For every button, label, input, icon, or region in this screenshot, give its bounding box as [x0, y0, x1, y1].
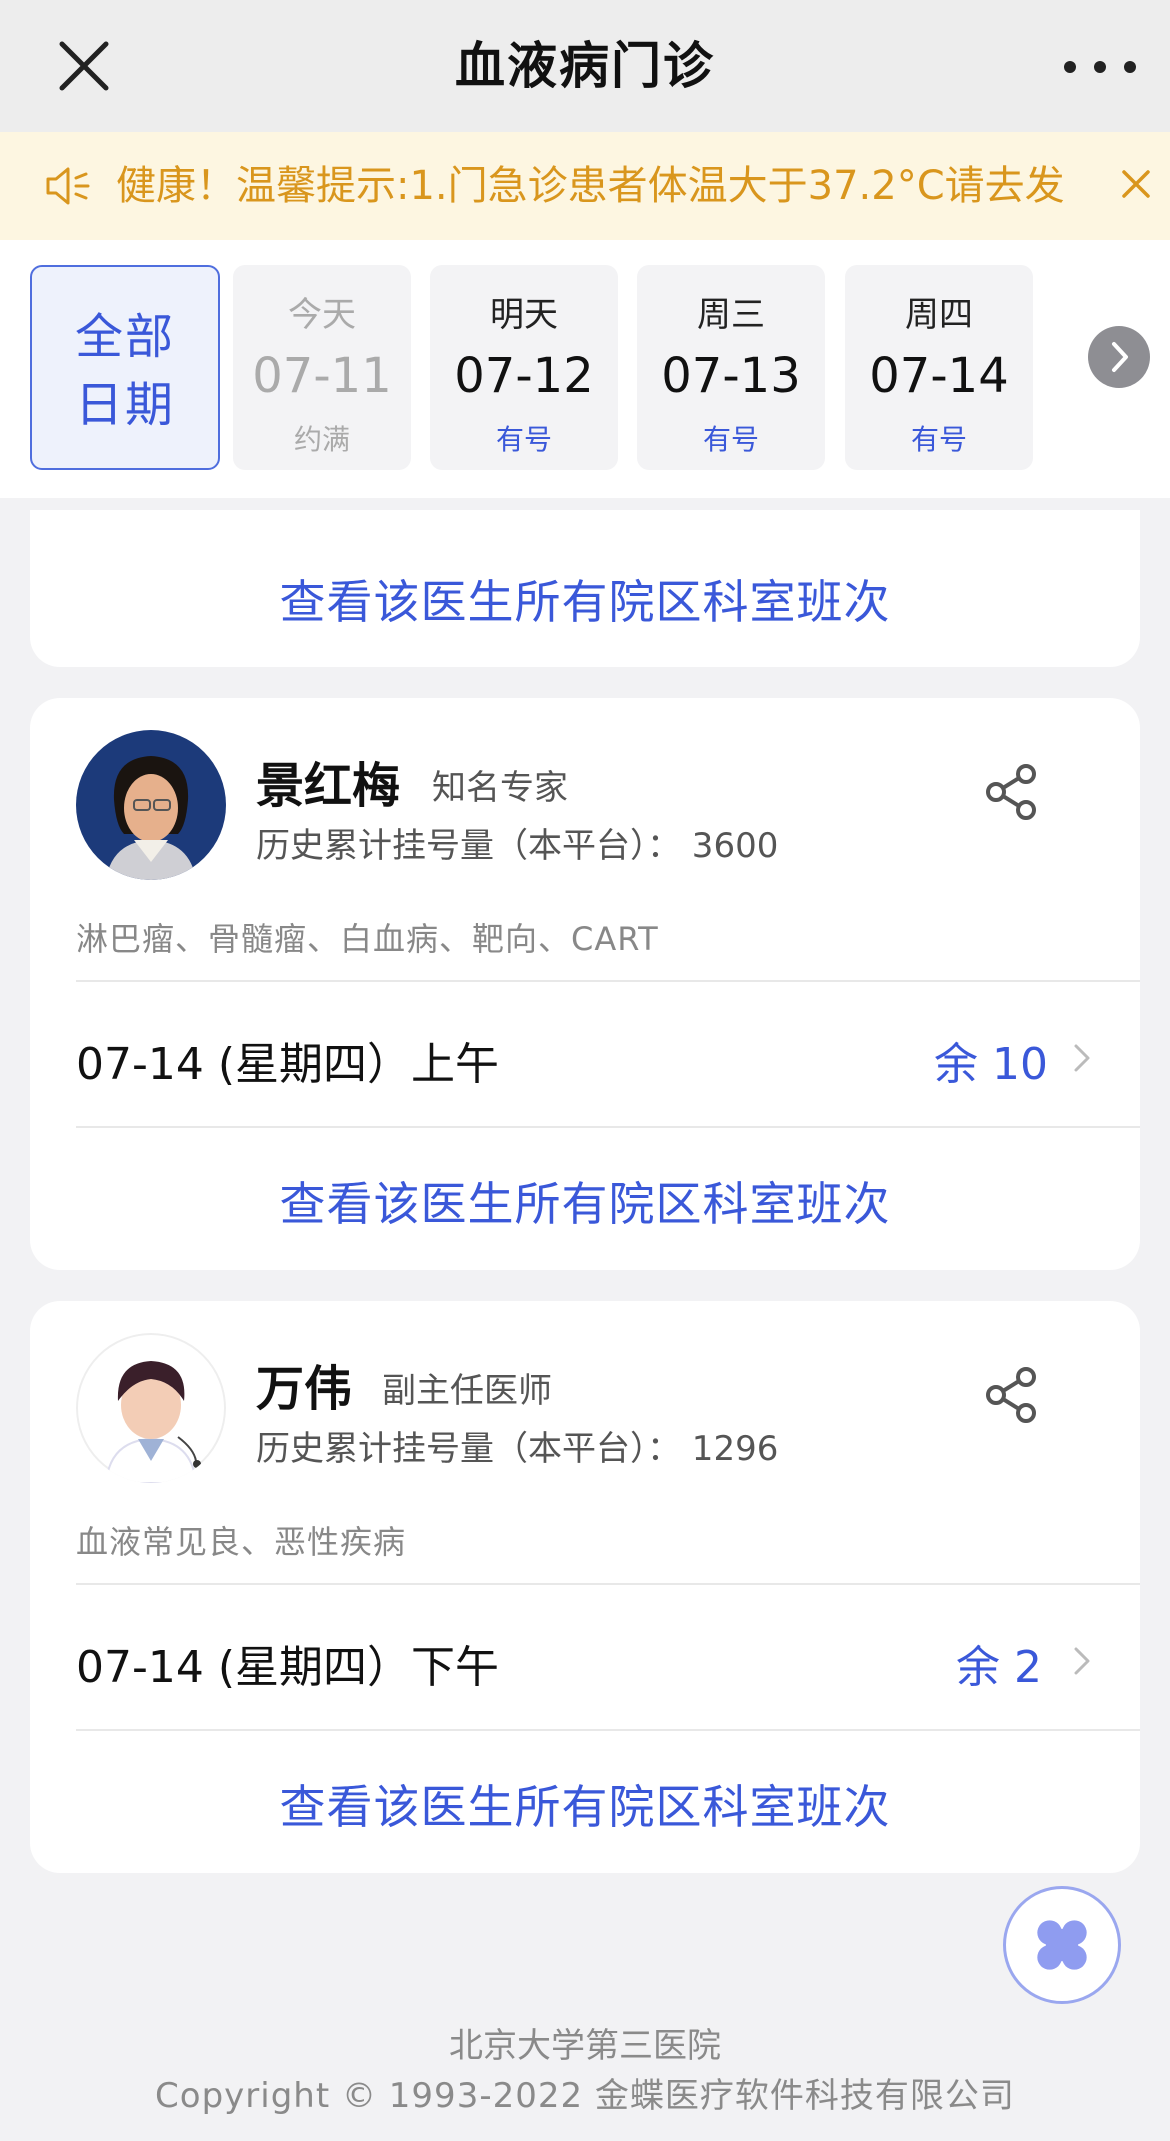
- more-icon[interactable]: [1055, 52, 1155, 82]
- date-chip-day: 周四: [905, 295, 973, 335]
- date-chip-wednesday[interactable]: 周三 07-13 有号: [637, 265, 825, 470]
- speaker-icon: [46, 167, 90, 205]
- doctor-name: 景红梅: [256, 758, 401, 814]
- date-chip-date: 07-11: [252, 348, 392, 404]
- doctor-registration-count: 历史累计挂号量（本平台）： 1296: [256, 1429, 779, 1469]
- date-chip-day: 周三: [697, 295, 765, 335]
- doctor-name: 万伟: [256, 1361, 353, 1417]
- date-chip-day: 明天: [490, 295, 558, 335]
- slot-remaining[interactable]: 余 10: [934, 1028, 1048, 1092]
- date-chip-all[interactable]: 全部 日期: [30, 265, 220, 470]
- date-chip-thursday[interactable]: 周四 07-14 有号: [845, 265, 1033, 470]
- date-chip-all-label-2: 日期: [74, 377, 175, 433]
- date-chip-status: 约满: [293, 423, 350, 456]
- doctor-avatar: [76, 730, 226, 880]
- doctor-specialty: 淋巴瘤、骨髓瘤、白血病、靶向、CART: [76, 920, 659, 958]
- floating-menu-button[interactable]: [1003, 1886, 1121, 2004]
- date-chip-day: 今天: [288, 295, 356, 335]
- divider: [76, 1126, 1140, 1128]
- schedule-slot[interactable]: 07-14 (星期四）下午: [76, 1631, 499, 1695]
- view-all-schedules-link[interactable]: 查看该医生所有院区科室班次: [30, 566, 1140, 632]
- schedule-slot[interactable]: 07-14 (星期四）上午: [76, 1028, 499, 1092]
- doctor-card: 万伟 副主任医师 历史累计挂号量（本平台）： 1296 血液常见良、恶性疾病 0…: [30, 1301, 1140, 1873]
- date-chip-date: 07-13: [661, 348, 801, 404]
- date-selector: 全部 日期 今天 07-11 约满 明天 07-12 有号 周三 07-13 有…: [0, 240, 1170, 498]
- notice-close-icon[interactable]: [1116, 164, 1156, 204]
- chevron-right-icon[interactable]: [1070, 1038, 1094, 1078]
- doctor-title: 副主任医师: [382, 1371, 552, 1411]
- doctor-specialty: 血液常见良、恶性疾病: [76, 1523, 407, 1561]
- next-dates-button[interactable]: [1088, 326, 1150, 388]
- doctor-card-partial: 查看该医生所有院区科室班次: [30, 510, 1140, 667]
- doctor-registration-count: 历史累计挂号量（本平台）： 3600: [256, 826, 779, 866]
- divider: [76, 1729, 1140, 1731]
- divider: [76, 980, 1140, 982]
- page-title: 血液病门诊: [455, 37, 715, 95]
- chevron-right-icon[interactable]: [1070, 1641, 1094, 1681]
- date-chip-status: 有号: [495, 423, 552, 456]
- date-chip-date: 07-14: [869, 348, 1009, 404]
- chevron-right-icon: [1112, 342, 1128, 372]
- view-all-schedules-link[interactable]: 查看该医生所有院区科室班次: [30, 1771, 1140, 1837]
- doctor-avatar: [76, 1333, 226, 1483]
- share-icon[interactable]: [980, 760, 1044, 824]
- doctor-card: 景红梅 知名专家 历史累计挂号量（本平台）： 3600 淋巴瘤、骨髓瘤、白血病、…: [30, 698, 1140, 1270]
- slot-remaining[interactable]: 余 2: [956, 1631, 1042, 1695]
- divider: [76, 1583, 1140, 1585]
- date-chip-all-label-1: 全部: [74, 309, 175, 365]
- footer-copyright: Copyright © 1993-2022 金蝶医疗软件科技有限公司: [155, 2076, 1015, 2116]
- top-bar: 血液病门诊: [0, 0, 1170, 132]
- date-chip-status: 有号: [702, 423, 759, 456]
- date-chip-tomorrow[interactable]: 明天 07-12 有号: [430, 265, 618, 470]
- doctor-title: 知名专家: [432, 768, 568, 808]
- notice-bar: 健康！温馨提示:1.门急诊患者体温大于37.2°C请去发: [0, 132, 1170, 240]
- date-chip-today[interactable]: 今天 07-11 约满: [233, 265, 411, 470]
- footer-hospital: 北京大学第三医院: [449, 2026, 721, 2066]
- date-chip-status: 有号: [910, 423, 967, 456]
- notice-text: 健康！温馨提示:1.门急诊患者体温大于37.2°C请去发: [116, 163, 1065, 209]
- view-all-schedules-link[interactable]: 查看该医生所有院区科室班次: [30, 1168, 1140, 1234]
- clover-icon: [1037, 1920, 1087, 1970]
- share-icon[interactable]: [980, 1363, 1044, 1427]
- date-chip-date: 07-12: [454, 348, 594, 404]
